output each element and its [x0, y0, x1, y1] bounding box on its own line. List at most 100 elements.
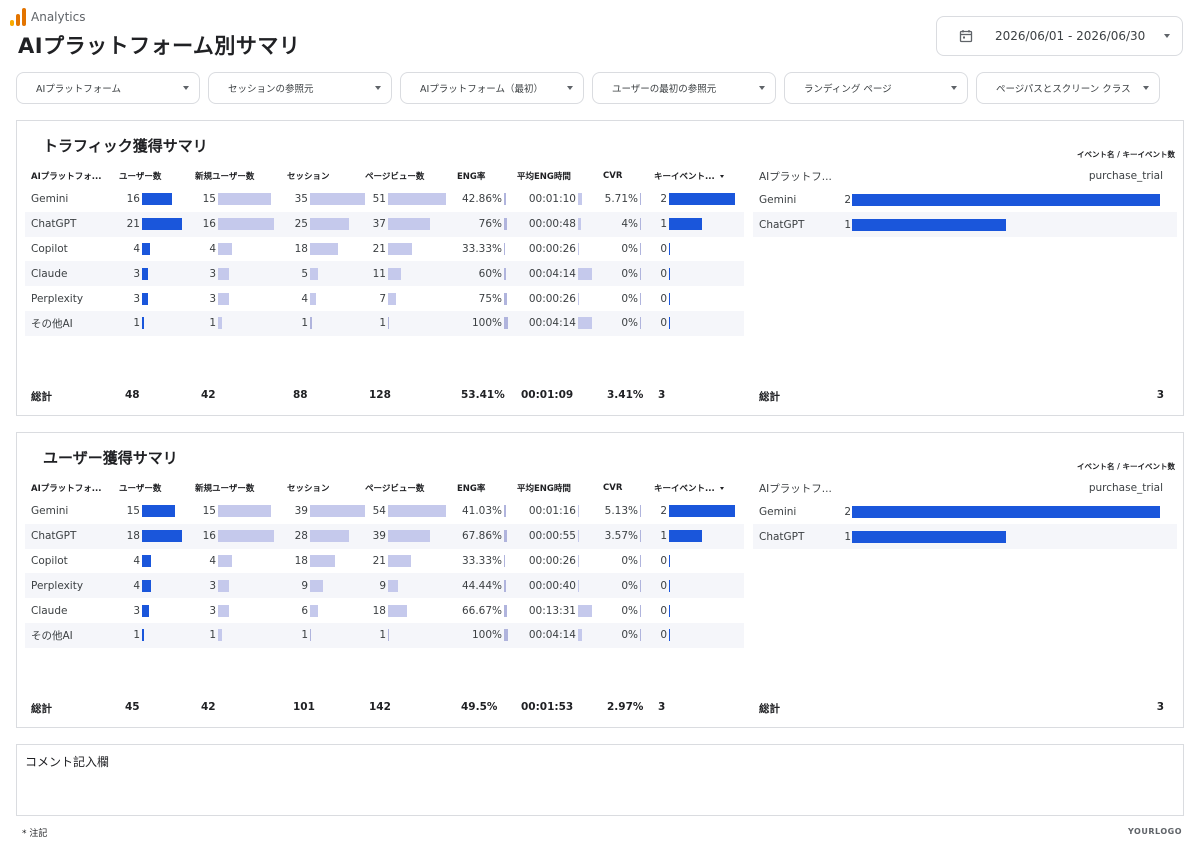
platform-name: ChatGPT — [25, 523, 119, 549]
column-header[interactable]: 平均ENG時間 — [517, 477, 603, 499]
cvr-bar — [640, 505, 641, 518]
users-bar — [142, 554, 151, 567]
new-users-bar — [218, 317, 222, 330]
platform-name: Claude — [25, 261, 119, 287]
platform-name: Gemini — [31, 505, 69, 518]
column-header[interactable]: 平均ENG時間 — [517, 165, 603, 187]
purchase-trial-bar — [852, 530, 1006, 543]
table-row[interactable]: その他AI 1 1 1 1 100% 00:04:14 0% 0 — [25, 622, 744, 648]
cvr-bar — [640, 579, 641, 592]
key-events-bar — [669, 218, 702, 231]
column-header[interactable]: ページビュー数 — [365, 165, 457, 187]
new-users-value: 4 — [209, 242, 216, 255]
table-row[interactable]: ChatGPT 21 16 25 37 76% 00:00:48 4% 1 — [25, 211, 744, 237]
column-header[interactable]: セッション — [287, 165, 365, 187]
column-header[interactable]: ENG率 — [457, 165, 517, 187]
purchase-trial-value: 2 — [844, 193, 851, 206]
filter-bar: AIプラットフォーム セッションの参照元 AIプラットフォーム（最初） ユーザー… — [16, 72, 1184, 104]
side-col-platform[interactable]: AIプラットフ... — [753, 477, 843, 499]
pageviews-bar — [388, 554, 411, 567]
column-header[interactable]: キーイベント... — [654, 165, 744, 187]
filter-ai-platform[interactable]: AIプラットフォーム — [16, 72, 200, 104]
filter-first-user-source[interactable]: ユーザーの最初の参照元 — [592, 72, 776, 104]
pageviews-bar — [388, 218, 430, 231]
sessions-bar — [310, 579, 323, 592]
cvr-bar — [640, 317, 641, 330]
avg-eng-time-bar — [578, 193, 582, 206]
table-row[interactable]: Gemini 16 15 35 51 42.86% 00:01:10 5.71% 2 — [25, 187, 744, 212]
pageviews-value: 18 — [372, 604, 386, 617]
column-header[interactable]: セッション — [287, 477, 365, 499]
table-row[interactable]: ChatGPT 1 — [753, 212, 1177, 237]
side-col-platform[interactable]: AIプラットフ... — [753, 165, 843, 187]
sessions-bar — [310, 530, 349, 543]
side-col-event[interactable]: purchase_trial — [843, 165, 1177, 187]
column-header[interactable]: ユーザー数 — [119, 165, 195, 187]
side-event-title: イベント名 / キーイベント数 — [1077, 462, 1175, 471]
sessions-bar — [310, 292, 316, 305]
eng-rate-value: 41.03% — [461, 505, 502, 518]
table-row[interactable]: ChatGPT 18 16 28 39 67.86% 00:00:55 3.57% 1 — [25, 523, 744, 549]
key-events-value: 0 — [660, 579, 667, 592]
table-row[interactable]: Perplexity 3 3 4 7 75% 00:00:26 0% 0 — [25, 286, 744, 311]
column-header[interactable]: AIプラットフォ... — [25, 477, 119, 499]
table-row[interactable]: Gemini 2 — [753, 499, 1177, 524]
filter-landing-page[interactable]: ランディング ページ — [784, 72, 968, 104]
column-header[interactable]: CVR — [603, 165, 654, 187]
eng-rate-bar — [504, 530, 507, 543]
users-value: 4 — [133, 242, 140, 255]
avg-eng-time-bar — [578, 505, 579, 518]
cvr-value: 0% — [621, 579, 638, 592]
table-row[interactable]: その他AI 1 1 1 1 100% 00:04:14 0% 0 — [25, 310, 744, 336]
eng-rate-bar — [504, 267, 506, 280]
side-col-event[interactable]: purchase_trial — [843, 477, 1177, 499]
key-events-bar — [669, 292, 670, 305]
column-header[interactable]: ENG率 — [457, 477, 517, 499]
total-sessions: 88 — [293, 389, 308, 401]
section-title: ユーザー獲得サマリ — [43, 449, 178, 467]
column-header[interactable]: AIプラットフォ... — [25, 165, 119, 187]
sessions-value: 9 — [301, 579, 308, 592]
key-events-value: 0 — [660, 604, 667, 617]
purchase-trial-value: 1 — [844, 218, 851, 231]
filter-page-path[interactable]: ページパスとスクリーン クラス — [976, 72, 1160, 104]
table-row[interactable]: Gemini 15 15 39 54 41.03% 00:01:16 5.13% 2 — [25, 499, 744, 524]
avg-eng-time-bar — [578, 218, 581, 231]
table-row[interactable]: Gemini 2 — [753, 187, 1177, 212]
date-range-picker[interactable]: 2026/06/01 - 2026/06/30 — [936, 16, 1183, 56]
table-row[interactable]: Claude 3 3 5 11 60% 00:04:14 0% 0 — [25, 261, 744, 287]
table-row[interactable]: Claude 3 3 6 18 66.67% 00:13:31 0% 0 — [25, 598, 744, 623]
new-users-bar — [218, 505, 271, 518]
users-bar — [142, 193, 172, 206]
comment-box[interactable]: コメント記入欄 — [16, 744, 1184, 816]
new-users-value: 3 — [209, 579, 216, 592]
platform-name: その他AI — [25, 622, 119, 648]
app-name: Analytics — [31, 10, 86, 24]
table-row[interactable]: Copilot 4 4 18 21 33.33% 00:00:26 0% 0 — [25, 549, 744, 574]
users-bar — [142, 292, 148, 305]
column-header[interactable]: CVR — [603, 477, 654, 499]
table-row[interactable]: ChatGPT 1 — [753, 524, 1177, 549]
column-header[interactable]: 新規ユーザー数 — [195, 165, 287, 187]
key-events-value: 0 — [660, 292, 667, 305]
key-events-bar — [669, 505, 735, 518]
key-events-value: 2 — [660, 505, 667, 518]
new-users-bar — [218, 629, 222, 642]
column-header[interactable]: ページビュー数 — [365, 477, 457, 499]
pageviews-value: 7 — [379, 292, 386, 305]
eng-rate-bar — [504, 604, 507, 617]
column-header[interactable]: ユーザー数 — [119, 477, 195, 499]
eng-rate-value: 33.33% — [461, 242, 502, 255]
column-header[interactable]: キーイベント... — [654, 477, 744, 499]
cvr-value: 0% — [621, 292, 638, 305]
cvr-bar — [640, 530, 641, 543]
sessions-value: 6 — [301, 604, 308, 617]
avg-eng-time-value: 00:00:40 — [528, 579, 576, 592]
filter-session-source[interactable]: セッションの参照元 — [208, 72, 392, 104]
new-users-value: 3 — [209, 292, 216, 305]
filter-ai-platform-first[interactable]: AIプラットフォーム（最初） — [400, 72, 584, 104]
table-row[interactable]: Copilot 4 4 18 21 33.33% 00:00:26 0% 0 — [25, 237, 744, 262]
table-row[interactable]: Perplexity 4 3 9 9 44.44% 00:00:40 0% 0 — [25, 573, 744, 599]
pageviews-value: 1 — [379, 629, 386, 642]
column-header[interactable]: 新規ユーザー数 — [195, 477, 287, 499]
